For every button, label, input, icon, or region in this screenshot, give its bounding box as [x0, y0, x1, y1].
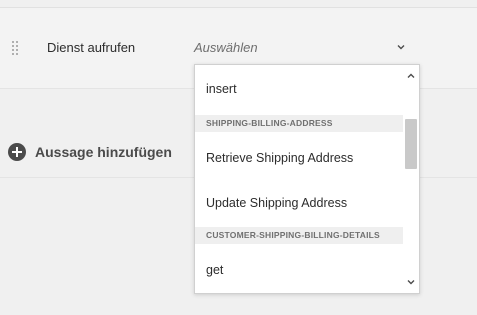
group-header-shipping-billing-address: SHIPPING-BILLING-ADDRESS [195, 115, 403, 132]
option-insert[interactable]: insert [195, 73, 403, 105]
chevron-up-icon[interactable] [406, 71, 416, 81]
add-circle-icon [8, 143, 26, 161]
add-statement-label: Aussage hinzufügen [35, 144, 172, 160]
chevron-down-icon[interactable] [406, 277, 416, 287]
dropdown-scrollbar[interactable] [403, 65, 419, 293]
select-placeholder: Auswählen [194, 40, 258, 55]
service-dropdown-menu: insert SHIPPING-BILLING-ADDRESS Retrieve… [194, 64, 420, 294]
option-update-shipping-address[interactable]: Update Shipping Address [195, 187, 403, 219]
scrollbar-thumb[interactable] [405, 119, 417, 169]
drag-handle-icon[interactable] [12, 41, 20, 57]
group-header-customer-shipping-billing-details: CUSTOMER-SHIPPING-BILLING-DETAILS [195, 227, 403, 244]
option-get[interactable]: get [195, 254, 403, 286]
chevron-down-icon [397, 45, 405, 50]
option-retrieve-shipping-address[interactable]: Retrieve Shipping Address [195, 142, 403, 174]
add-statement-button[interactable]: Aussage hinzufügen [8, 140, 172, 164]
service-label: Dienst aufrufen [47, 40, 136, 55]
service-select[interactable]: Auswählen [194, 36, 414, 62]
